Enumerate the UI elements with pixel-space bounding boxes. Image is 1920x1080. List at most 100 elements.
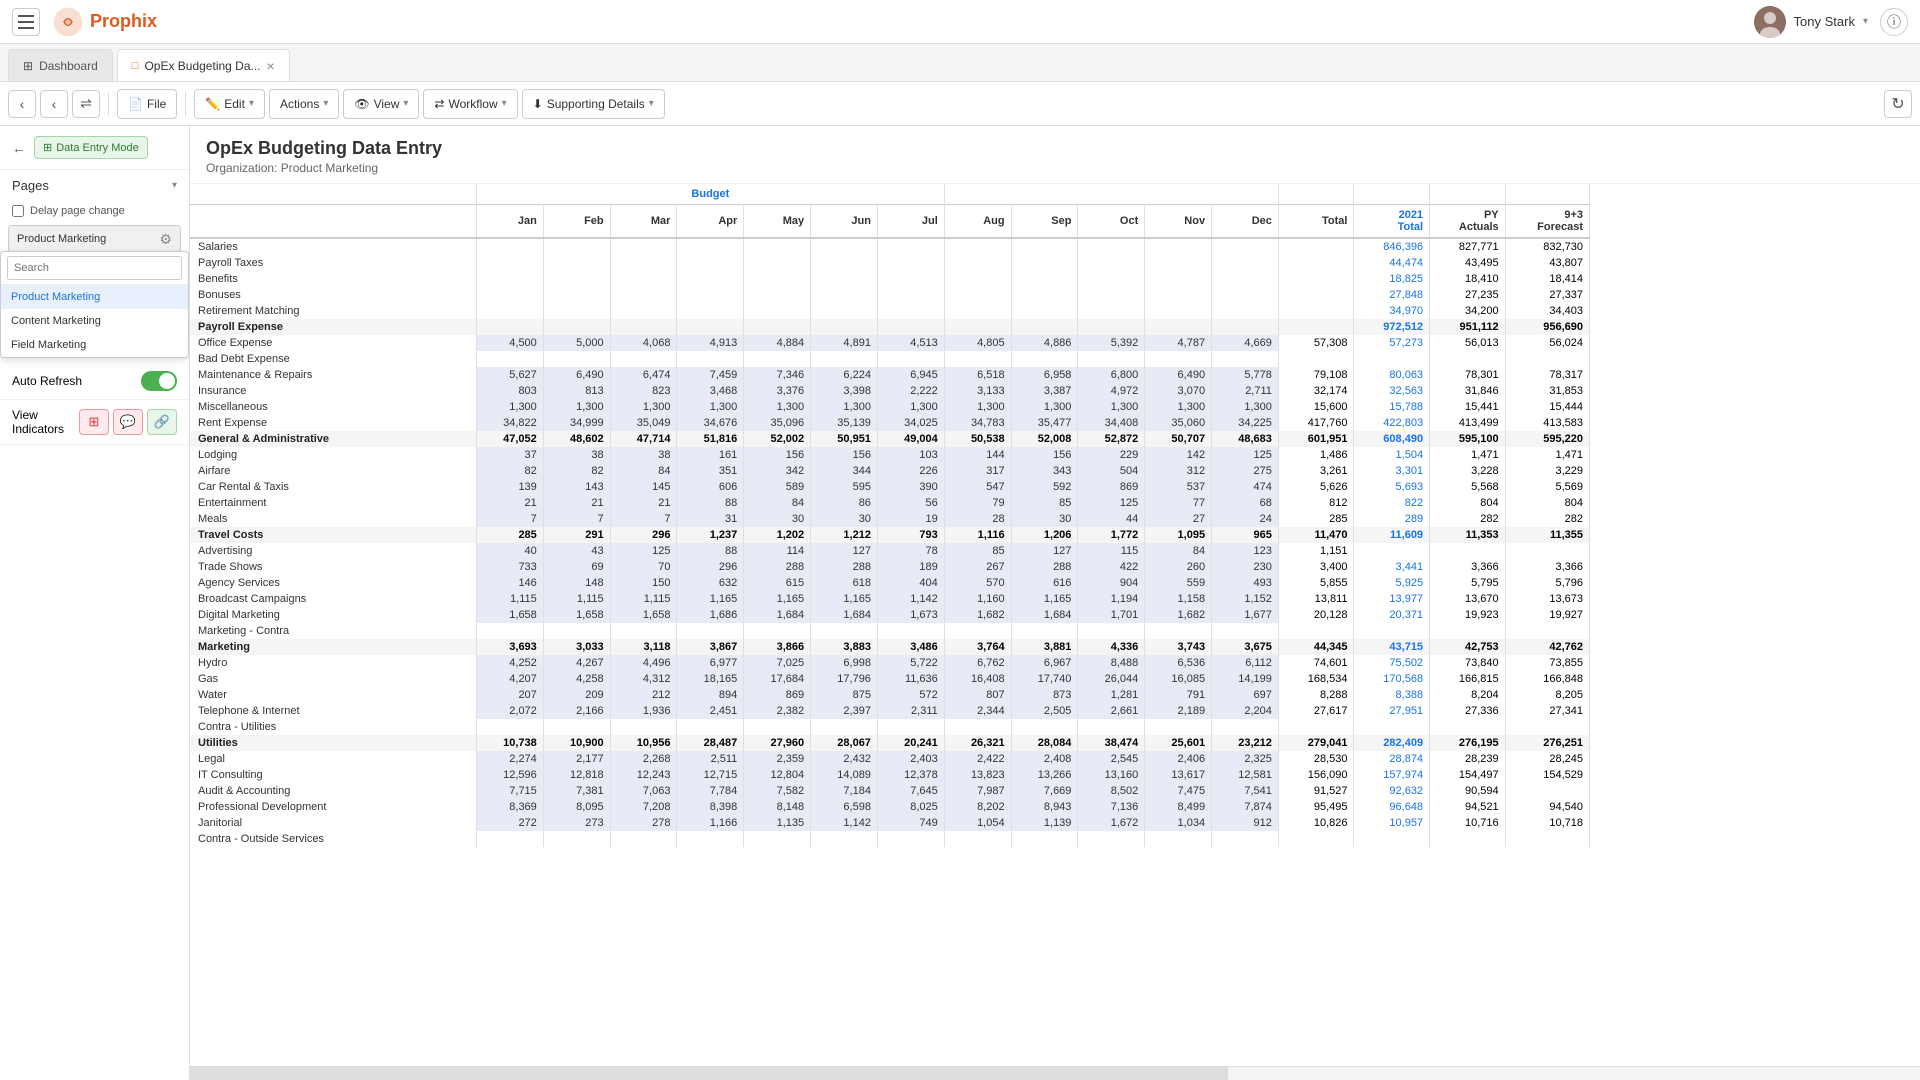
cell-month-7[interactable]: 79 <box>944 495 1011 511</box>
cell-month-10[interactable]: 1,158 <box>1145 591 1212 607</box>
cell-month-11[interactable]: 2,711 <box>1212 383 1279 399</box>
cell-month-8[interactable]: 343 <box>1011 463 1078 479</box>
cell-month-5[interactable] <box>811 271 878 287</box>
cell-month-2[interactable]: 145 <box>610 479 677 495</box>
cell-month-11[interactable] <box>1212 623 1279 639</box>
cell-month-8[interactable] <box>1011 719 1078 735</box>
cell-month-10[interactable]: 7,475 <box>1145 783 1212 799</box>
cell-month-3[interactable]: 18,165 <box>677 671 744 687</box>
cell-month-0[interactable]: 1,115 <box>476 591 543 607</box>
cell-month-4[interactable] <box>744 351 811 367</box>
cell-month-4[interactable]: 12,804 <box>744 767 811 783</box>
cell-month-2[interactable]: 7 <box>610 511 677 527</box>
cell-month-0[interactable]: 207 <box>476 687 543 703</box>
cell-month-10[interactable] <box>1145 287 1212 303</box>
cell-month-9[interactable] <box>1078 831 1145 847</box>
cell-month-8[interactable]: 8,943 <box>1011 799 1078 815</box>
cell-month-10[interactable] <box>1145 719 1212 735</box>
cell-month-1[interactable]: 82 <box>543 463 610 479</box>
user-dropdown-chevron[interactable]: ▾ <box>1863 16 1868 27</box>
cell-month-7[interactable]: 547 <box>944 479 1011 495</box>
cell-month-0[interactable] <box>476 303 543 319</box>
cell-month-0[interactable] <box>476 623 543 639</box>
page-item-product-marketing[interactable]: Product Marketing <box>1 285 188 309</box>
cell-month-6[interactable]: 4,513 <box>877 335 944 351</box>
cell-month-4[interactable]: 7,582 <box>744 783 811 799</box>
cell-month-9[interactable]: 13,160 <box>1078 767 1145 783</box>
cell-month-6[interactable] <box>877 303 944 319</box>
cell-month-11[interactable]: 2,204 <box>1212 703 1279 719</box>
cell-month-10[interactable]: 142 <box>1145 447 1212 463</box>
cell-month-5[interactable] <box>811 238 878 255</box>
cell-month-8[interactable]: 2,408 <box>1011 751 1078 767</box>
indicator-comment-icon[interactable]: 💬 <box>113 409 143 435</box>
cell-month-1[interactable]: 43 <box>543 543 610 559</box>
cell-month-3[interactable]: 88 <box>677 543 744 559</box>
page-selector-button[interactable]: Product Marketing ⚙ <box>8 225 181 253</box>
cell-month-11[interactable]: 12,581 <box>1212 767 1279 783</box>
cell-month-1[interactable]: 1,658 <box>543 607 610 623</box>
cell-month-2[interactable]: 823 <box>610 383 677 399</box>
cell-month-4[interactable]: 156 <box>744 447 811 463</box>
cell-month-6[interactable]: 6,945 <box>877 367 944 383</box>
cell-month-1[interactable] <box>543 255 610 271</box>
cell-month-3[interactable]: 1,300 <box>677 399 744 415</box>
cell-month-9[interactable]: 8,488 <box>1078 655 1145 671</box>
cell-month-8[interactable]: 30 <box>1011 511 1078 527</box>
cell-month-2[interactable] <box>610 623 677 639</box>
cell-month-11[interactable]: 68 <box>1212 495 1279 511</box>
cell-month-7[interactable] <box>944 255 1011 271</box>
nav-back-button[interactable]: ‹ <box>8 90 36 118</box>
cell-month-3[interactable] <box>677 303 744 319</box>
cell-month-9[interactable]: 34,408 <box>1078 415 1145 431</box>
cell-month-6[interactable] <box>877 238 944 255</box>
cell-month-1[interactable]: 6,490 <box>543 367 610 383</box>
cell-month-2[interactable]: 12,243 <box>610 767 677 783</box>
cell-month-3[interactable] <box>677 719 744 735</box>
cell-month-2[interactable]: 4,312 <box>610 671 677 687</box>
cell-month-4[interactable] <box>744 271 811 287</box>
cell-month-10[interactable]: 791 <box>1145 687 1212 703</box>
cell-month-10[interactable]: 6,536 <box>1145 655 1212 671</box>
cell-month-2[interactable] <box>610 351 677 367</box>
cell-month-4[interactable]: 17,684 <box>744 671 811 687</box>
cell-month-0[interactable] <box>476 271 543 287</box>
view-button[interactable]: 👁 View ▾ <box>343 89 419 119</box>
cell-month-7[interactable]: 16,408 <box>944 671 1011 687</box>
cell-month-6[interactable] <box>877 623 944 639</box>
cell-month-0[interactable]: 2,274 <box>476 751 543 767</box>
cell-month-4[interactable] <box>744 623 811 639</box>
cell-month-4[interactable]: 84 <box>744 495 811 511</box>
cell-month-6[interactable]: 103 <box>877 447 944 463</box>
cell-month-2[interactable]: 70 <box>610 559 677 575</box>
cell-month-1[interactable] <box>543 303 610 319</box>
sidebar-back-arrow[interactable]: ← <box>12 140 26 156</box>
cell-month-3[interactable]: 7,784 <box>677 783 744 799</box>
cell-month-7[interactable]: 2,344 <box>944 703 1011 719</box>
cell-month-4[interactable]: 589 <box>744 479 811 495</box>
cell-month-0[interactable]: 4,207 <box>476 671 543 687</box>
cell-month-7[interactable] <box>944 287 1011 303</box>
cell-month-9[interactable]: 4,972 <box>1078 383 1145 399</box>
cell-month-2[interactable]: 84 <box>610 463 677 479</box>
cell-month-11[interactable]: 34,225 <box>1212 415 1279 431</box>
cell-month-1[interactable]: 7,381 <box>543 783 610 799</box>
cell-month-6[interactable] <box>877 271 944 287</box>
cell-month-4[interactable] <box>744 287 811 303</box>
cell-month-10[interactable] <box>1145 623 1212 639</box>
tab-opex-close[interactable]: × <box>267 59 275 73</box>
cell-month-7[interactable]: 1,682 <box>944 607 1011 623</box>
cell-month-4[interactable]: 1,300 <box>744 399 811 415</box>
cell-month-9[interactable]: 6,800 <box>1078 367 1145 383</box>
cell-month-11[interactable]: 697 <box>1212 687 1279 703</box>
budget-table-container[interactable]: Budget Jan Feb Mar Apr May J <box>190 184 1920 1066</box>
pages-section-header[interactable]: Pages ▾ <box>0 170 189 201</box>
cell-month-4[interactable]: 615 <box>744 575 811 591</box>
cell-month-7[interactable]: 4,805 <box>944 335 1011 351</box>
cell-month-6[interactable]: 404 <box>877 575 944 591</box>
cell-month-9[interactable]: 2,545 <box>1078 751 1145 767</box>
cell-month-9[interactable]: 26,044 <box>1078 671 1145 687</box>
workflow-button[interactable]: ⇄ Workflow ▾ <box>423 89 517 119</box>
cell-month-8[interactable]: 4,886 <box>1011 335 1078 351</box>
cell-month-10[interactable] <box>1145 351 1212 367</box>
